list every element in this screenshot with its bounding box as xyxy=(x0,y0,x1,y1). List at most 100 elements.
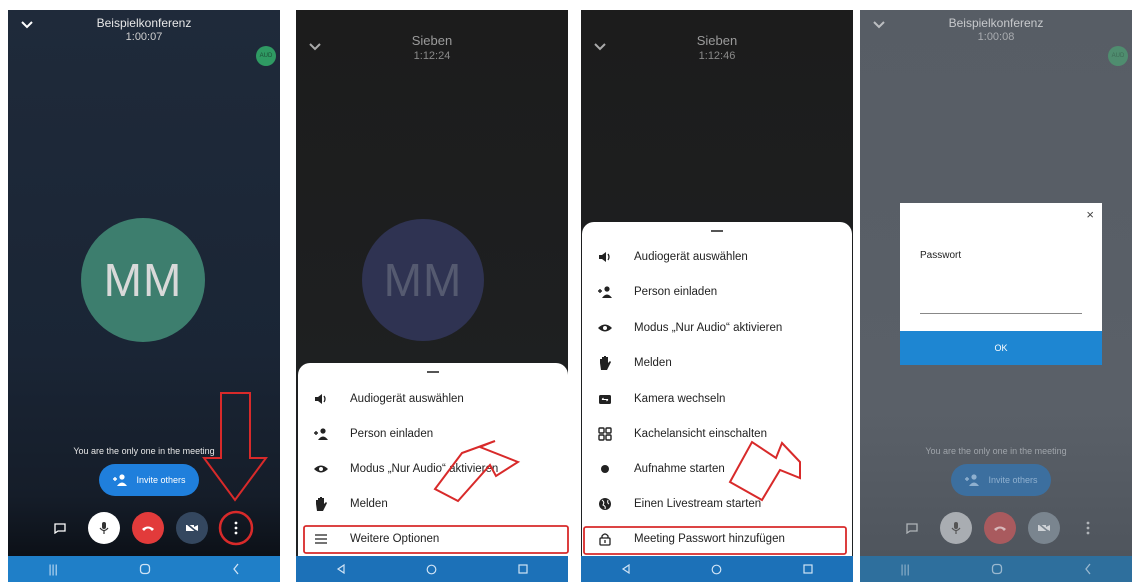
menu-item-label: Audiogerät auswählen xyxy=(350,392,464,405)
home-icon[interactable] xyxy=(426,564,437,575)
camera-toggle-button[interactable] xyxy=(176,512,208,544)
menu-item-invite[interactable]: Person einladen xyxy=(298,416,568,451)
invite-others-button[interactable]: Invite others xyxy=(951,464,1051,496)
recents-icon[interactable]: ||| xyxy=(900,562,909,576)
back-icon[interactable] xyxy=(336,564,346,574)
password-label: Passwort xyxy=(920,250,962,261)
menu-item-invite[interactable]: Person einladen xyxy=(582,274,852,309)
screen-menu-extended: Sieben 1:12:46 Audiogerät auswählen Pers… xyxy=(581,10,853,582)
sheet-handle[interactable] xyxy=(427,371,439,373)
home-icon[interactable] xyxy=(991,563,1003,575)
camera-off-icon xyxy=(1037,522,1051,534)
menu-icon xyxy=(315,533,327,544)
menu-item-audio-only[interactable]: Modus „Nur Audio“ aktivieren xyxy=(582,310,852,345)
menu-item-raise-hand[interactable]: Melden xyxy=(582,345,852,380)
invite-others-button[interactable]: Invite others xyxy=(99,464,199,496)
password-input[interactable] xyxy=(920,299,1082,314)
menu-item-label: Melden xyxy=(350,497,388,510)
ok-button[interactable]: OK xyxy=(900,331,1102,365)
close-icon[interactable]: × xyxy=(1086,207,1094,222)
android-nav-bar xyxy=(296,556,568,582)
microphone-icon xyxy=(951,522,961,534)
recents-icon[interactable] xyxy=(518,564,528,574)
chat-button[interactable] xyxy=(44,512,76,544)
screen-menu-short: Sieben 1:12:24 MM Audiogerät auswählen P… xyxy=(296,10,568,582)
overflow-menu-sheet: Audiogerät auswählen Person einladen Mod… xyxy=(582,222,852,556)
call-toolbar xyxy=(860,512,1132,544)
hangup-button[interactable] xyxy=(984,512,1016,544)
conference-title: Beispielkonferenz xyxy=(948,16,1044,30)
chat-icon xyxy=(906,522,918,534)
chat-button[interactable] xyxy=(896,512,928,544)
menu-item-label: Modus „Nur Audio“ aktivieren xyxy=(634,321,783,334)
camera-toggle-button[interactable] xyxy=(1028,512,1060,544)
menu-item-label: Kachelansicht einschalten xyxy=(634,427,767,440)
menu-item-label: Modus „Nur Audio“ aktivieren xyxy=(350,462,499,475)
alone-message: You are the only one in the meeting xyxy=(925,446,1067,456)
android-nav-bar xyxy=(581,556,853,582)
more-options-button[interactable] xyxy=(220,512,252,544)
menu-item-livestream[interactable]: Einen Livestream starten xyxy=(582,486,852,521)
chat-icon xyxy=(54,522,66,534)
hangup-button[interactable] xyxy=(132,512,164,544)
more-vertical-icon xyxy=(1086,521,1090,535)
invite-others-label: Invite others xyxy=(988,475,1038,485)
more-vertical-icon xyxy=(234,521,238,535)
home-icon[interactable] xyxy=(711,564,722,575)
add-person-icon xyxy=(314,427,328,440)
conference-timer: 1:00:07 xyxy=(125,31,163,43)
avatar: MM xyxy=(362,219,484,341)
menu-item-label: Meeting Passwort hinzufügen xyxy=(634,532,785,545)
menu-item-label: Audiogerät auswählen xyxy=(634,250,748,263)
switch-camera-icon xyxy=(599,394,611,404)
menu-item-more-options[interactable]: Weitere Optionen xyxy=(298,521,568,556)
menu-item-switch-camera[interactable]: Kamera wechseln xyxy=(582,381,852,416)
record-icon xyxy=(601,464,609,473)
conference-title: Sieben xyxy=(696,33,738,48)
camera-off-icon xyxy=(185,522,199,534)
back-icon[interactable] xyxy=(621,564,631,574)
recents-icon[interactable] xyxy=(803,564,813,574)
speaker-icon xyxy=(599,251,610,262)
menu-item-audio-device[interactable]: Audiogerät auswählen xyxy=(298,381,568,416)
add-person-icon xyxy=(965,474,980,486)
menu-item-raise-hand[interactable]: Melden xyxy=(298,486,568,521)
menu-item-label: Person einladen xyxy=(634,285,718,298)
globe-icon xyxy=(599,497,611,510)
mute-button[interactable] xyxy=(940,512,972,544)
speaker-icon xyxy=(315,393,326,404)
alone-message: You are the only one in the meeting xyxy=(73,446,215,456)
menu-item-label: Aufnahme starten xyxy=(634,462,725,475)
overflow-menu-sheet: Audiogerät auswählen Person einladen Mod… xyxy=(298,363,568,556)
menu-item-label: Melden xyxy=(634,356,672,369)
back-icon[interactable] xyxy=(1084,563,1092,575)
home-icon[interactable] xyxy=(139,563,151,575)
menu-item-label: Kamera wechseln xyxy=(634,392,726,405)
call-toolbar xyxy=(8,512,280,544)
menu-item-start-recording[interactable]: Aufnahme starten xyxy=(582,451,852,486)
android-nav-bar: ||| xyxy=(8,556,280,582)
invite-others-label: Invite others xyxy=(136,475,186,485)
add-person-icon xyxy=(113,474,128,486)
avatar: MM xyxy=(81,218,205,342)
hand-icon xyxy=(600,355,611,370)
screen-password-dialog: Beispielkonferenz 1:00:08 AUD × Passwort… xyxy=(860,10,1132,582)
menu-item-add-password[interactable]: Meeting Passwort hinzufügen xyxy=(582,521,852,556)
conference-title: Sieben xyxy=(411,33,453,48)
phone-hangup-icon xyxy=(142,526,154,531)
back-icon[interactable] xyxy=(232,563,240,575)
hand-icon xyxy=(316,496,327,511)
menu-item-tile-view[interactable]: Kachelansicht einschalten xyxy=(582,416,852,451)
sheet-handle[interactable] xyxy=(711,230,723,232)
menu-item-label: Person einladen xyxy=(350,427,434,440)
audio-only-badge: AUD xyxy=(256,46,276,66)
eye-icon xyxy=(598,324,612,331)
menu-item-audio-device[interactable]: Audiogerät auswählen xyxy=(582,239,852,274)
recents-icon[interactable]: ||| xyxy=(48,562,57,576)
screen-conference-main: Beispielkonferenz 1:00:07 AUD MM You are… xyxy=(8,10,280,582)
add-person-icon xyxy=(598,285,612,298)
android-nav-bar: ||| xyxy=(860,556,1132,582)
menu-item-audio-only[interactable]: Modus „Nur Audio“ aktivieren xyxy=(298,451,568,486)
mute-button[interactable] xyxy=(88,512,120,544)
more-options-button[interactable] xyxy=(1072,512,1104,544)
